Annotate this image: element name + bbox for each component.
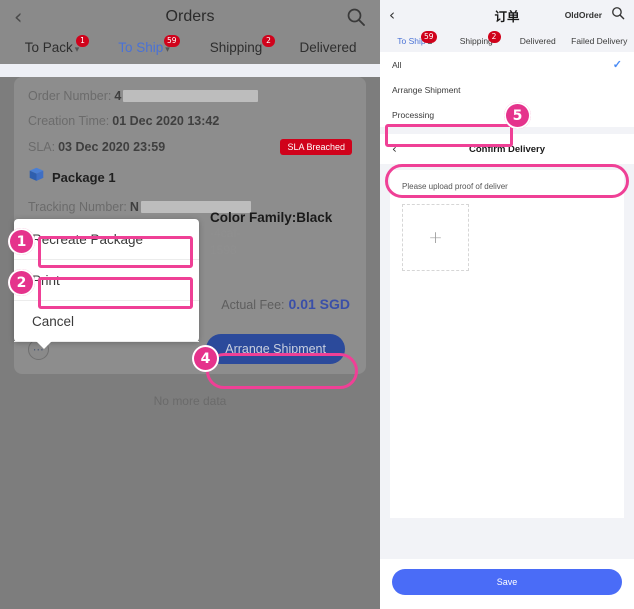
left-tab-bar: To Pack ▾ 1 To Ship ▾ 59 Shipping 2 Delive… (0, 34, 380, 64)
marker-4: 4 (192, 345, 219, 372)
sla-value: 03 Dec 2020 23:59 (58, 140, 166, 154)
action-cancel[interactable]: Cancel (14, 301, 199, 342)
tab-label: Delivered (299, 39, 357, 55)
fee-value: 0.01 SGD (288, 296, 350, 312)
screenshot-root: ‹ Orders To Pack ▾ 1 To Ship ▾ 59 Shipping… (0, 0, 634, 609)
right-phone-screen: ‹ 订单 OldOrder To Ship▴ 59 Shipping 2 Del… (380, 0, 634, 609)
order-number-value: 4 (114, 89, 122, 103)
filter-option-all[interactable]: All ✓ (380, 52, 634, 77)
tracking-label: Tracking Number: (28, 200, 127, 214)
action-sheet-popup: Recreate Package Print Cancel (14, 219, 199, 349)
search-icon[interactable] (611, 6, 625, 25)
product-title: Color Family:Black (210, 210, 333, 225)
tab-label: Failed Delivery (571, 36, 628, 46)
package-box-icon (28, 166, 45, 188)
popup-tail (36, 341, 52, 349)
right-header: ‹ 订单 OldOrder (380, 0, 634, 30)
tab-failed-delivery[interactable]: Failed Delivery (569, 36, 631, 46)
tab-badge: 59 (421, 30, 437, 43)
sla-row: SLA: 03 Dec 2020 23:59 SLA Breached (28, 139, 352, 155)
tab-to-ship[interactable]: To Ship▴ 59 (384, 30, 446, 47)
no-more-data-label: No more data (153, 394, 227, 408)
left-header: ‹ Orders (0, 0, 380, 34)
left-body: Order Number: 4 Creation Time: 01 Dec 20… (0, 77, 380, 609)
action-recreate-package[interactable]: Recreate Package (14, 219, 199, 260)
old-order-link[interactable]: OldOrder (565, 10, 602, 20)
save-button[interactable]: Save (392, 569, 622, 595)
tab-badge: 2 (487, 31, 501, 43)
left-phone-screen: ‹ Orders To Pack ▾ 1 To Ship ▾ 59 Shipping… (0, 0, 380, 609)
tab-label: To Ship (118, 39, 164, 55)
sla-label: SLA: (28, 140, 56, 154)
creation-time-label: Creation Time: (28, 114, 110, 128)
creation-time-row: Creation Time: 01 Dec 2020 13:42 (28, 114, 352, 128)
redacted-order-number (123, 90, 259, 102)
tab-delivered[interactable]: Delivered (507, 36, 569, 46)
page-title: Orders (165, 8, 215, 25)
fee-row: Actual Fee: 0.01 SGD (221, 296, 350, 312)
product-sub-line-2: 1598 (210, 243, 237, 258)
filter-option-arrange-shipment[interactable]: Arrange Shipment (380, 77, 634, 102)
tab-label: Delivered (519, 36, 556, 46)
tab-badge: 59 (164, 34, 180, 47)
search-icon[interactable] (346, 7, 366, 27)
status-badge: SLA Breached (280, 139, 352, 155)
right-tab-bar: To Ship▴ 59 Shipping 2 Delivered Failed … (380, 30, 634, 52)
action-print[interactable]: Print (14, 260, 199, 301)
tab-delivered[interactable]: Delivered (282, 40, 374, 55)
tab-label: To Pack (24, 39, 73, 55)
upload-proof-card: Please upload proof of deliver + (390, 170, 624, 518)
filter-option-label: All (392, 59, 402, 70)
plus-icon: + (428, 227, 443, 248)
upload-dropzone[interactable]: + (402, 204, 469, 271)
back-icon[interactable]: ‹ (14, 6, 22, 28)
tab-to-ship[interactable]: To Ship ▾ 59 (98, 34, 190, 55)
fee-label: Actual Fee: (221, 298, 285, 312)
marker-5: 5 (504, 102, 531, 129)
filter-option-label: Arrange Shipment (392, 84, 461, 95)
check-icon: ✓ (612, 59, 622, 71)
marker-1: 1 (8, 228, 35, 255)
tab-badge: 2 (262, 34, 275, 47)
upload-hint-label: Please upload proof of deliver (402, 182, 508, 191)
confirm-delivery-title: Confirm Delivery (468, 143, 546, 155)
product-info: Color Family:Black -4caf- 1598 (210, 210, 332, 260)
filter-option-label: Processing (392, 109, 435, 120)
save-bar: Save (380, 559, 634, 609)
tracking-value: N (129, 200, 139, 214)
tab-to-pack[interactable]: To Pack ▾ 1 (6, 34, 98, 55)
tab-shipping[interactable]: Shipping 2 (190, 34, 282, 55)
tab-shipping[interactable]: Shipping 2 (446, 31, 508, 46)
package-row: Package 1 (28, 166, 352, 188)
tab-badge: 1 (76, 34, 89, 47)
creation-time-value: 01 Dec 2020 13:42 (112, 114, 220, 128)
order-number-row: Order Number: 4 (28, 89, 352, 103)
confirm-delivery-header: ‹ Confirm Delivery (380, 134, 634, 164)
arrange-shipment-button[interactable]: Arrange Shipment (206, 334, 345, 364)
marker-2: 2 (8, 269, 35, 296)
product-sub-line-1: -4caf- (210, 226, 241, 240)
order-number-label: Order Number: (28, 89, 112, 103)
package-label: Package 1 (52, 169, 116, 185)
tab-label: Shipping (209, 39, 263, 55)
